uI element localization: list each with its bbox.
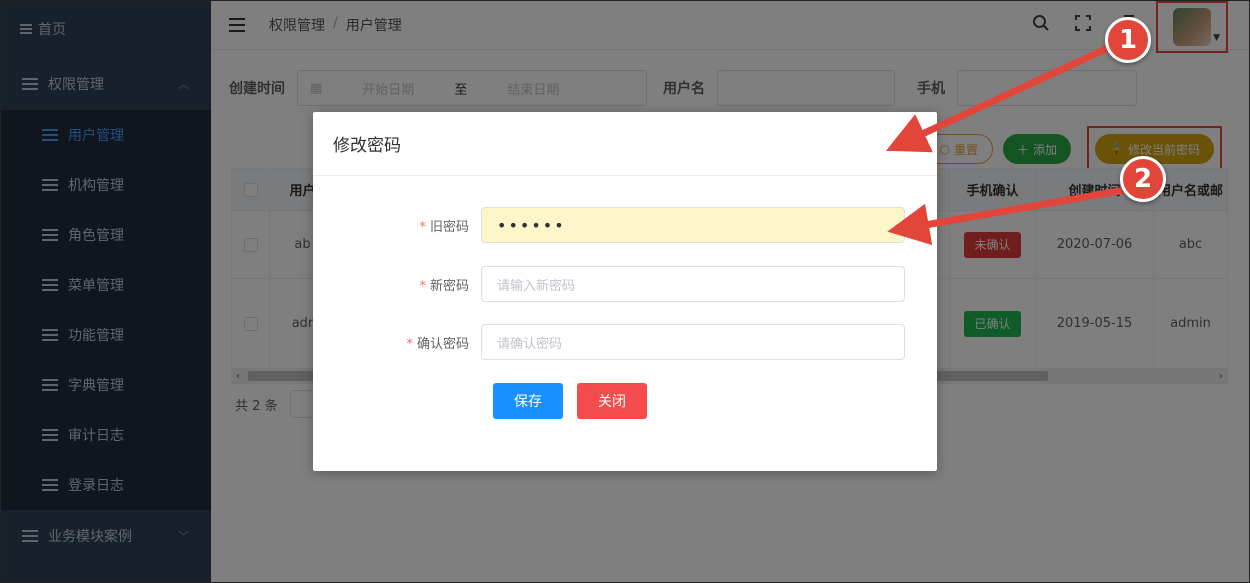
annotation-badge-1: 1: [1105, 17, 1151, 63]
annotation-arrow-1: [885, 44, 1110, 153]
annotation-arrow-2: [887, 186, 1126, 246]
annotation-badge-2: 2: [1120, 156, 1166, 202]
annotation-arrows: [885, 44, 1126, 246]
